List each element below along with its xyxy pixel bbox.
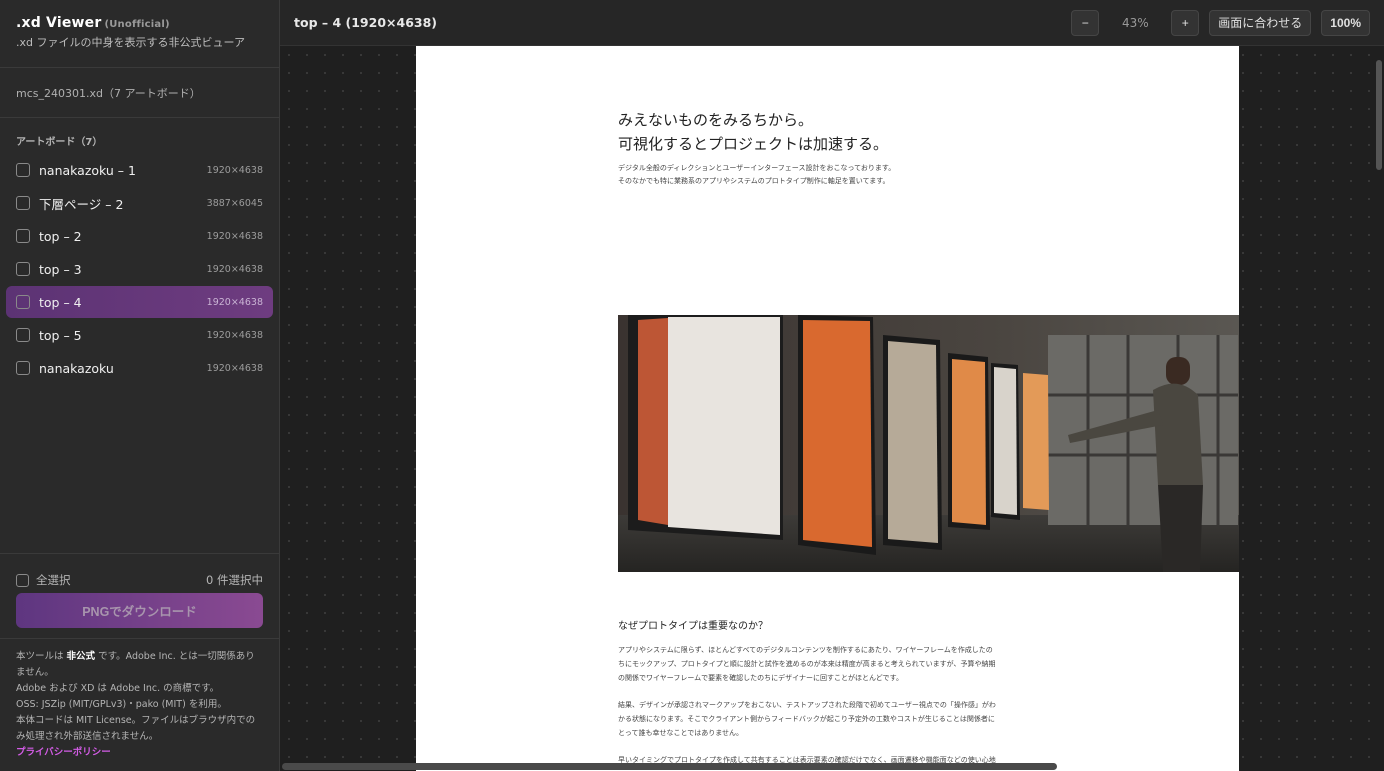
artboard-checkbox[interactable] [16,262,30,276]
artboard-name: top – 2 [39,228,82,244]
canvas[interactable]: みえないものをみるちから。 可視化するとプロジェクトは加速する。 デジタル全般の… [280,46,1384,771]
artboard-item[interactable]: nanakazoku 1920×4638 [6,352,273,384]
hero-description: デジタル全般のディレクションとユーザーインターフェース設計をおこなっております。… [618,164,896,185]
artboard-item[interactable]: 下層ページ – 2 3887×6045 [6,187,273,219]
horizontal-scrollbar[interactable] [282,763,1057,770]
artboard-name: nanakazoku – 1 [39,162,136,178]
artboard-size: 1920×4638 [206,329,263,341]
artboard-name: top – 5 [39,327,82,343]
artboard-size: 1920×4638 [206,263,263,275]
artboard-name: top – 4 [39,294,82,310]
artboard-title: top – 4 (1920×4638) [294,15,437,30]
artboard-checkbox[interactable] [16,163,30,177]
artboard-name: nanakazoku [39,360,114,376]
legal-notice: 本ツールは 非公式 です。Adobe Inc. とは一切関係ありません。 Ado… [0,638,279,771]
app-name: .xd Viewer [16,15,102,31]
sidebar: .xd Viewer (Unofficial) .xd ファイルの中身を表示する非… [0,0,280,771]
app-title: .xd Viewer (Unofficial) [16,15,263,31]
select-all-row: 全選択 0 件選択中 [0,553,279,593]
artboard-size: 1920×4638 [206,362,263,374]
artboard-item[interactable]: top – 5 1920×4638 [6,319,273,351]
artboard-size: 1920×4638 [206,164,263,176]
paragraph-1: アプリやシステムに限らず、ほとんどすべてのデジタルコンテンツを制作するにあたり、… [618,646,996,682]
hero-line-1: みえないものをみるちから。 [618,111,814,129]
artboard-checkbox[interactable] [16,229,30,243]
artboard-preview: みえないものをみるちから。 可視化するとプロジェクトは加速する。 デジタル全般の… [416,46,1239,771]
artboard-size: 1920×4638 [206,230,263,242]
artboard-item[interactable]: top – 2 1920×4638 [6,220,273,252]
section-title: なぜプロトタイプは重要なのか？ [618,621,768,632]
artboard-list: nanakazoku – 1 1920×4638 下層ページ – 2 3887×604… [0,154,279,385]
app-root: .xd Viewer (Unofficial) .xd ファイルの中身を表示する非… [0,0,1384,771]
privacy-policy-link[interactable]: プライバシーポリシー [16,745,263,761]
artboard-item[interactable]: top – 3 1920×4638 [6,253,273,285]
artboard-name: 下層ページ – 2 [39,196,124,212]
zoom-out-button[interactable]: − [1071,9,1100,36]
main-area: top – 4 (1920×4638) − 43% + 画面に合わせる 100%… [280,0,1384,771]
artboard-checkbox[interactable] [16,328,30,342]
notice-line-2: Adobe および XD は Adobe Inc. の商標です。 [16,683,220,694]
artboard-size: 1920×4638 [206,296,263,308]
zoom-in-button[interactable]: + [1171,9,1200,36]
artboards-heading: アートボード（7） [16,137,103,148]
vertical-scrollbar[interactable] [1376,60,1382,170]
artboard-checkbox[interactable] [16,361,30,375]
select-all-label[interactable]: 全選択 [36,572,71,588]
actual-size-button[interactable]: 100% [1321,9,1370,36]
paragraph-2: 結果、デザインが承認されマークアップをおこない、テストアップされた段階で初めてユ… [618,701,996,737]
app-subtitle: .xd ファイルの中身を表示する非公式ビューア [16,36,246,49]
hero-photo-illustration [618,315,1239,572]
notice-line-4: 本体コードは MIT License。ファイルはブラウザ内でのみ処理され外部送信… [16,715,256,742]
hero-line-2: 可視化するとプロジェクトは加速する。 [618,135,889,153]
hero-heading: みえないものをみるちから。 可視化するとプロジェクトは加速する。 [618,108,888,156]
select-all-checkbox[interactable] [16,573,29,587]
zoom-level: 43% [1121,15,1149,30]
unofficial-badge: (Unofficial) [104,19,170,30]
file-info: mcs_240301.xd（7 アートボード） [0,68,279,118]
artboard-size: 3887×6045 [206,197,263,209]
artboard-name: top – 3 [39,261,82,277]
sidebar-header: .xd Viewer (Unofficial) .xd ファイルの中身を表示する非… [0,0,279,68]
artboard-item[interactable]: top – 4 1920×4638 [6,286,273,318]
artboard-checkbox[interactable] [16,196,30,210]
notice-line-1: 本ツールは 非公式 です。Adobe Inc. とは一切関係ありません。 [16,651,255,678]
notice-line-3: OSS: JSZip (MIT/GPLv3)・pako (MIT) を利用。 [16,699,227,710]
download-png-button[interactable]: PNGでダウンロード [16,593,263,628]
fit-to-screen-button[interactable]: 画面に合わせる [1209,9,1312,36]
selected-count: 0 件選択中 [206,573,263,587]
artboard-item[interactable]: nanakazoku – 1 1920×4638 [6,154,273,186]
hero-photo [618,315,1239,572]
toolbar: top – 4 (1920×4638) − 43% + 画面に合わせる 100% [280,0,1384,46]
artboard-checkbox[interactable] [16,295,30,309]
